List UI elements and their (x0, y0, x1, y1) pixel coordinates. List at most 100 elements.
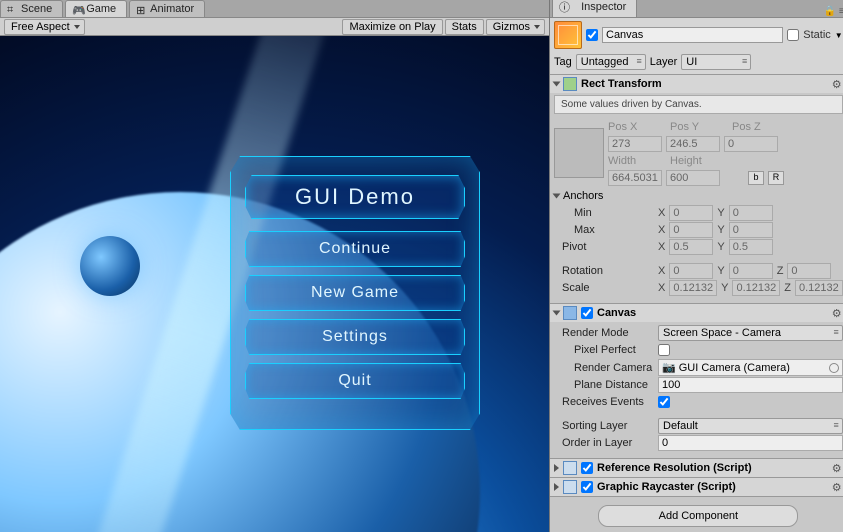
pixel-perfect-label: Pixel Perfect (554, 344, 654, 356)
animator-icon: ⊞ (136, 4, 146, 14)
tag-label: Tag (554, 56, 572, 68)
object-picker-icon[interactable] (829, 363, 839, 373)
pixel-perfect-checkbox[interactable] (658, 344, 670, 356)
add-component-button[interactable]: Add Component (598, 505, 798, 527)
inspector-icon: ⓘ (559, 0, 570, 15)
settings-button[interactable]: Settings (245, 319, 465, 355)
width-field[interactable]: 664.5031 (608, 170, 662, 186)
canvas-title: Canvas (597, 307, 636, 319)
object-subheader: Tag Untagged Layer UI (550, 52, 843, 75)
reference-resolution-header[interactable]: Reference Resolution (Script) ⚙ (550, 459, 843, 477)
rotation-label: Rotation (554, 265, 654, 277)
static-checkbox[interactable] (787, 29, 799, 41)
tab-game-label: Game (86, 3, 116, 15)
sorting-layer-dropdown[interactable]: Default (658, 418, 843, 434)
height-field[interactable]: 600 (666, 170, 720, 186)
canvas-component: Canvas ⚙ Render ModeScreen Space - Camer… (550, 304, 843, 459)
lock-icon[interactable]: 🔒 ≡ (824, 6, 843, 17)
object-name-field[interactable]: Canvas (602, 27, 783, 43)
render-mode-dropdown[interactable]: Screen Space - Camera (658, 325, 843, 341)
order-in-layer-field[interactable]: 0 (658, 435, 843, 451)
new-game-button[interactable]: New Game (245, 275, 465, 311)
rot-x-field[interactable]: 0 (669, 263, 713, 279)
tab-scene[interactable]: ⌗ Scene (0, 0, 63, 17)
scale-x-field[interactable]: 0.12132 (669, 280, 717, 296)
render-camera-label: Render Camera (554, 362, 654, 374)
render-mode-value: Screen Space - Camera (663, 327, 781, 339)
x-label: X (658, 224, 665, 236)
posz-label: Pos Z (732, 121, 790, 133)
tab-animator-label: Animator (150, 3, 194, 15)
layer-dropdown[interactable]: UI (681, 54, 751, 70)
min-y-field[interactable]: 0 (729, 205, 773, 221)
rot-z-field[interactable]: 0 (787, 263, 831, 279)
script-icon (563, 480, 577, 494)
max-y-field[interactable]: 0 (729, 222, 773, 238)
scale-y-field[interactable]: 0.12132 (732, 280, 780, 296)
posx-field[interactable]: 273 (608, 136, 662, 152)
static-dropdown-icon[interactable]: ▼ (835, 31, 843, 40)
raw-button[interactable]: R (768, 171, 784, 185)
rect-transform-icon (563, 77, 577, 91)
gui-menu-panel: GUI Demo Continue New Game Settings Quit (230, 156, 480, 430)
gear-icon[interactable]: ⚙ (831, 307, 843, 319)
anchor-preset[interactable] (554, 128, 604, 178)
posy-label: Pos Y (670, 121, 728, 133)
maximize-toggle[interactable]: Maximize on Play (342, 19, 442, 35)
y-label: Y (717, 224, 724, 236)
tab-scene-label: Scene (21, 3, 52, 15)
plane-distance-field[interactable]: 100 (658, 377, 843, 393)
stats-toggle[interactable]: Stats (445, 19, 484, 35)
active-checkbox[interactable] (586, 29, 598, 41)
tab-inspector[interactable]: ⓘ Inspector (552, 0, 637, 17)
pivot-x-field[interactable]: 0.5 (669, 239, 713, 255)
posz-field[interactable]: 0 (724, 136, 778, 152)
tab-game[interactable]: 🎮Game (65, 0, 127, 17)
gear-icon[interactable]: ⚙ (831, 78, 843, 90)
blueprint-button[interactable]: b (748, 171, 764, 185)
anchors-fold-icon[interactable] (553, 194, 561, 199)
x-label: X (658, 265, 665, 277)
render-camera-field[interactable]: 📷GUI Camera (Camera) (658, 359, 843, 376)
aspect-dropdown[interactable]: Free Aspect (4, 19, 85, 35)
y-label: Y (721, 282, 728, 294)
fold-icon (553, 311, 561, 316)
quit-button[interactable]: Quit (245, 363, 465, 399)
scene-icon: ⌗ (7, 4, 17, 14)
y-label: Y (717, 265, 724, 277)
gizmos-dropdown[interactable]: Gizmos (486, 19, 545, 35)
fold-icon (554, 464, 559, 472)
posy-field[interactable]: 246.5 (666, 136, 720, 152)
tag-value: Untagged (581, 56, 629, 68)
pivot-y-field[interactable]: 0.5 (729, 239, 773, 255)
receives-events-checkbox[interactable] (658, 396, 670, 408)
reference-resolution-title: Reference Resolution (Script) (597, 462, 752, 474)
rect-note: Some values driven by Canvas. (554, 95, 843, 114)
gameobject-icon[interactable] (554, 21, 582, 49)
add-component-label: Add Component (659, 510, 739, 522)
game-toolbar: Free Aspect Maximize on Play Stats Gizmo… (0, 18, 549, 36)
fold-icon (554, 483, 559, 491)
sorting-layer-value: Default (663, 420, 698, 432)
max-x-field[interactable]: 0 (669, 222, 713, 238)
canvas-header[interactable]: Canvas ⚙ (550, 304, 843, 322)
small-planet (80, 236, 140, 296)
gear-icon[interactable]: ⚙ (831, 462, 843, 474)
tag-dropdown[interactable]: Untagged (576, 54, 646, 70)
scale-z-field[interactable]: 0.12132 (795, 280, 843, 296)
min-x-field[interactable]: 0 (669, 205, 713, 221)
tab-animator[interactable]: ⊞ Animator (129, 0, 205, 17)
raycaster-enabled-checkbox[interactable] (581, 481, 593, 493)
x-label: X (658, 207, 665, 219)
rect-transform-header[interactable]: Rect Transform ⚙ (550, 75, 843, 93)
graphic-raycaster-header[interactable]: Graphic Raycaster (Script) ⚙ (550, 478, 843, 496)
plane-distance-label: Plane Distance (554, 379, 654, 391)
rot-y-field[interactable]: 0 (729, 263, 773, 279)
continue-button[interactable]: Continue (245, 231, 465, 267)
receives-events-label: Receives Events (554, 396, 654, 408)
gear-icon[interactable]: ⚙ (831, 481, 843, 493)
canvas-enabled-checkbox[interactable] (581, 307, 593, 319)
graphic-raycaster-component: Graphic Raycaster (Script) ⚙ (550, 478, 843, 497)
refres-enabled-checkbox[interactable] (581, 462, 593, 474)
graphic-raycaster-title: Graphic Raycaster (Script) (597, 481, 736, 493)
